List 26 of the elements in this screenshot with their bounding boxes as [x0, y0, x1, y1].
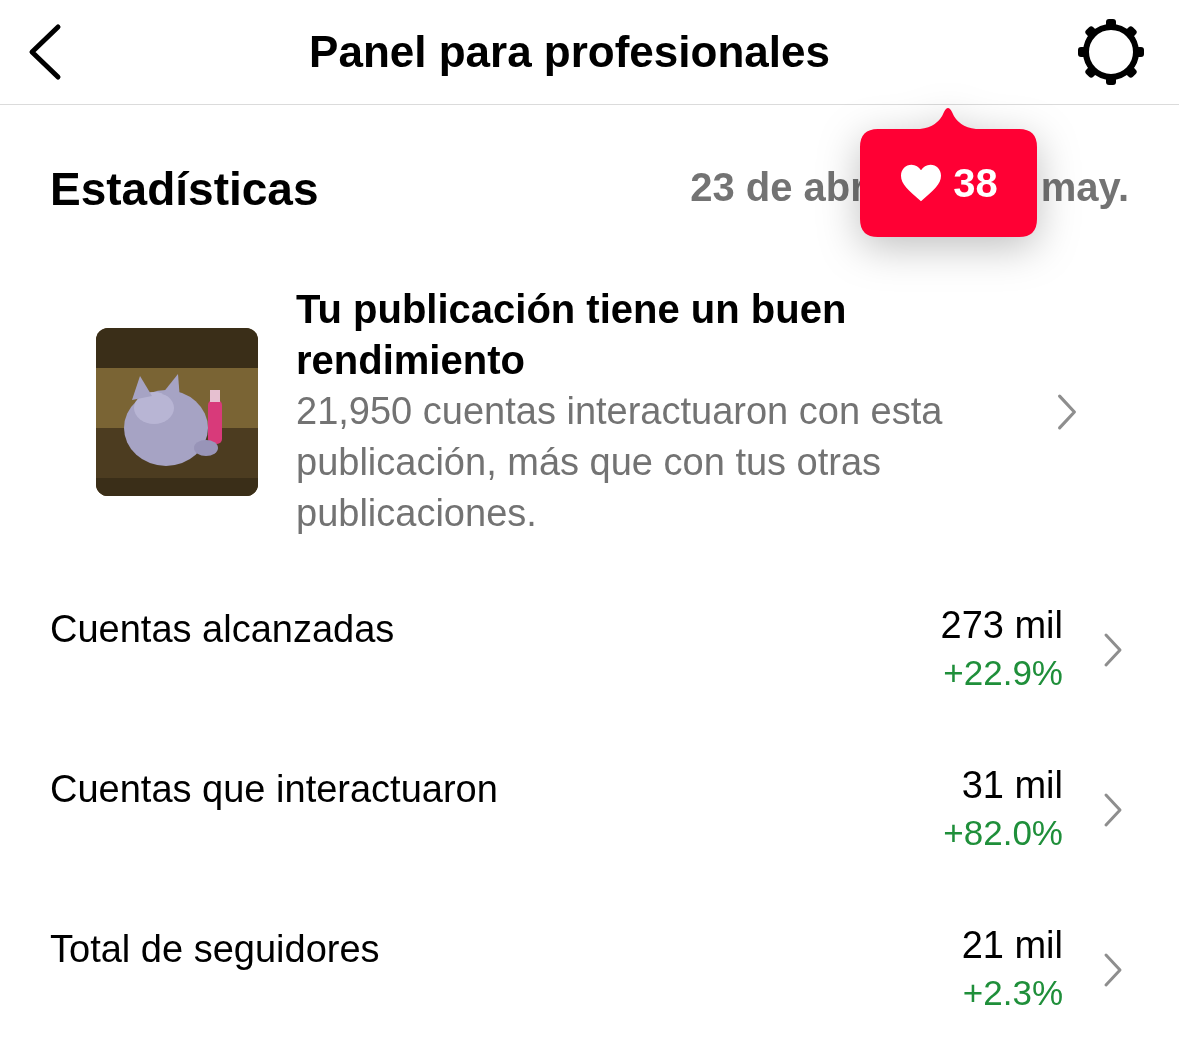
- metric-label: Total de seguidores: [50, 927, 381, 972]
- date-range-start: 23 de abr: [690, 163, 866, 211]
- metric-change: +2.3%: [962, 972, 1063, 1014]
- back-icon[interactable]: [28, 23, 62, 81]
- chevron-right-icon: [1103, 631, 1123, 669]
- section-title: Estadísticas: [50, 162, 319, 217]
- metric-row[interactable]: Total de seguidores 21 mil +2.3%: [0, 909, 1179, 1049]
- metric-change: +22.9%: [943, 652, 1063, 694]
- heart-icon: [899, 163, 944, 203]
- metric-row[interactable]: Cuentas que interactuaron 31 mil +82.0%: [0, 749, 1179, 909]
- date-range-end: may.: [1040, 163, 1129, 211]
- metric-value: 273 mil: [940, 603, 1063, 648]
- metric-row[interactable]: Cuentas alcanzadas 273 mil +22.9%: [0, 589, 1179, 749]
- metric-value: 31 mil: [961, 763, 1063, 808]
- metric-value: 21 mil: [961, 923, 1063, 968]
- metric-change: +82.0%: [943, 812, 1063, 854]
- page-title: Panel para profesionales: [309, 26, 830, 78]
- chevron-right-icon: [1103, 951, 1123, 989]
- highlight-description: 21,950 cuentas interactuaron con esta publicación, más que con tus otras publicaciones.: [296, 389, 944, 536]
- chevron-right-icon: [1103, 791, 1123, 829]
- chevron-right-icon: [1056, 392, 1078, 431]
- likes-count: 38: [953, 160, 998, 207]
- settings-icon[interactable]: [1077, 18, 1145, 86]
- highlight-title: Tu publicación tiene un buen rendimiento: [296, 286, 848, 384]
- metric-label: Cuentas que interactuaron: [50, 767, 499, 812]
- metric-label: Cuentas alcanzadas: [50, 607, 396, 652]
